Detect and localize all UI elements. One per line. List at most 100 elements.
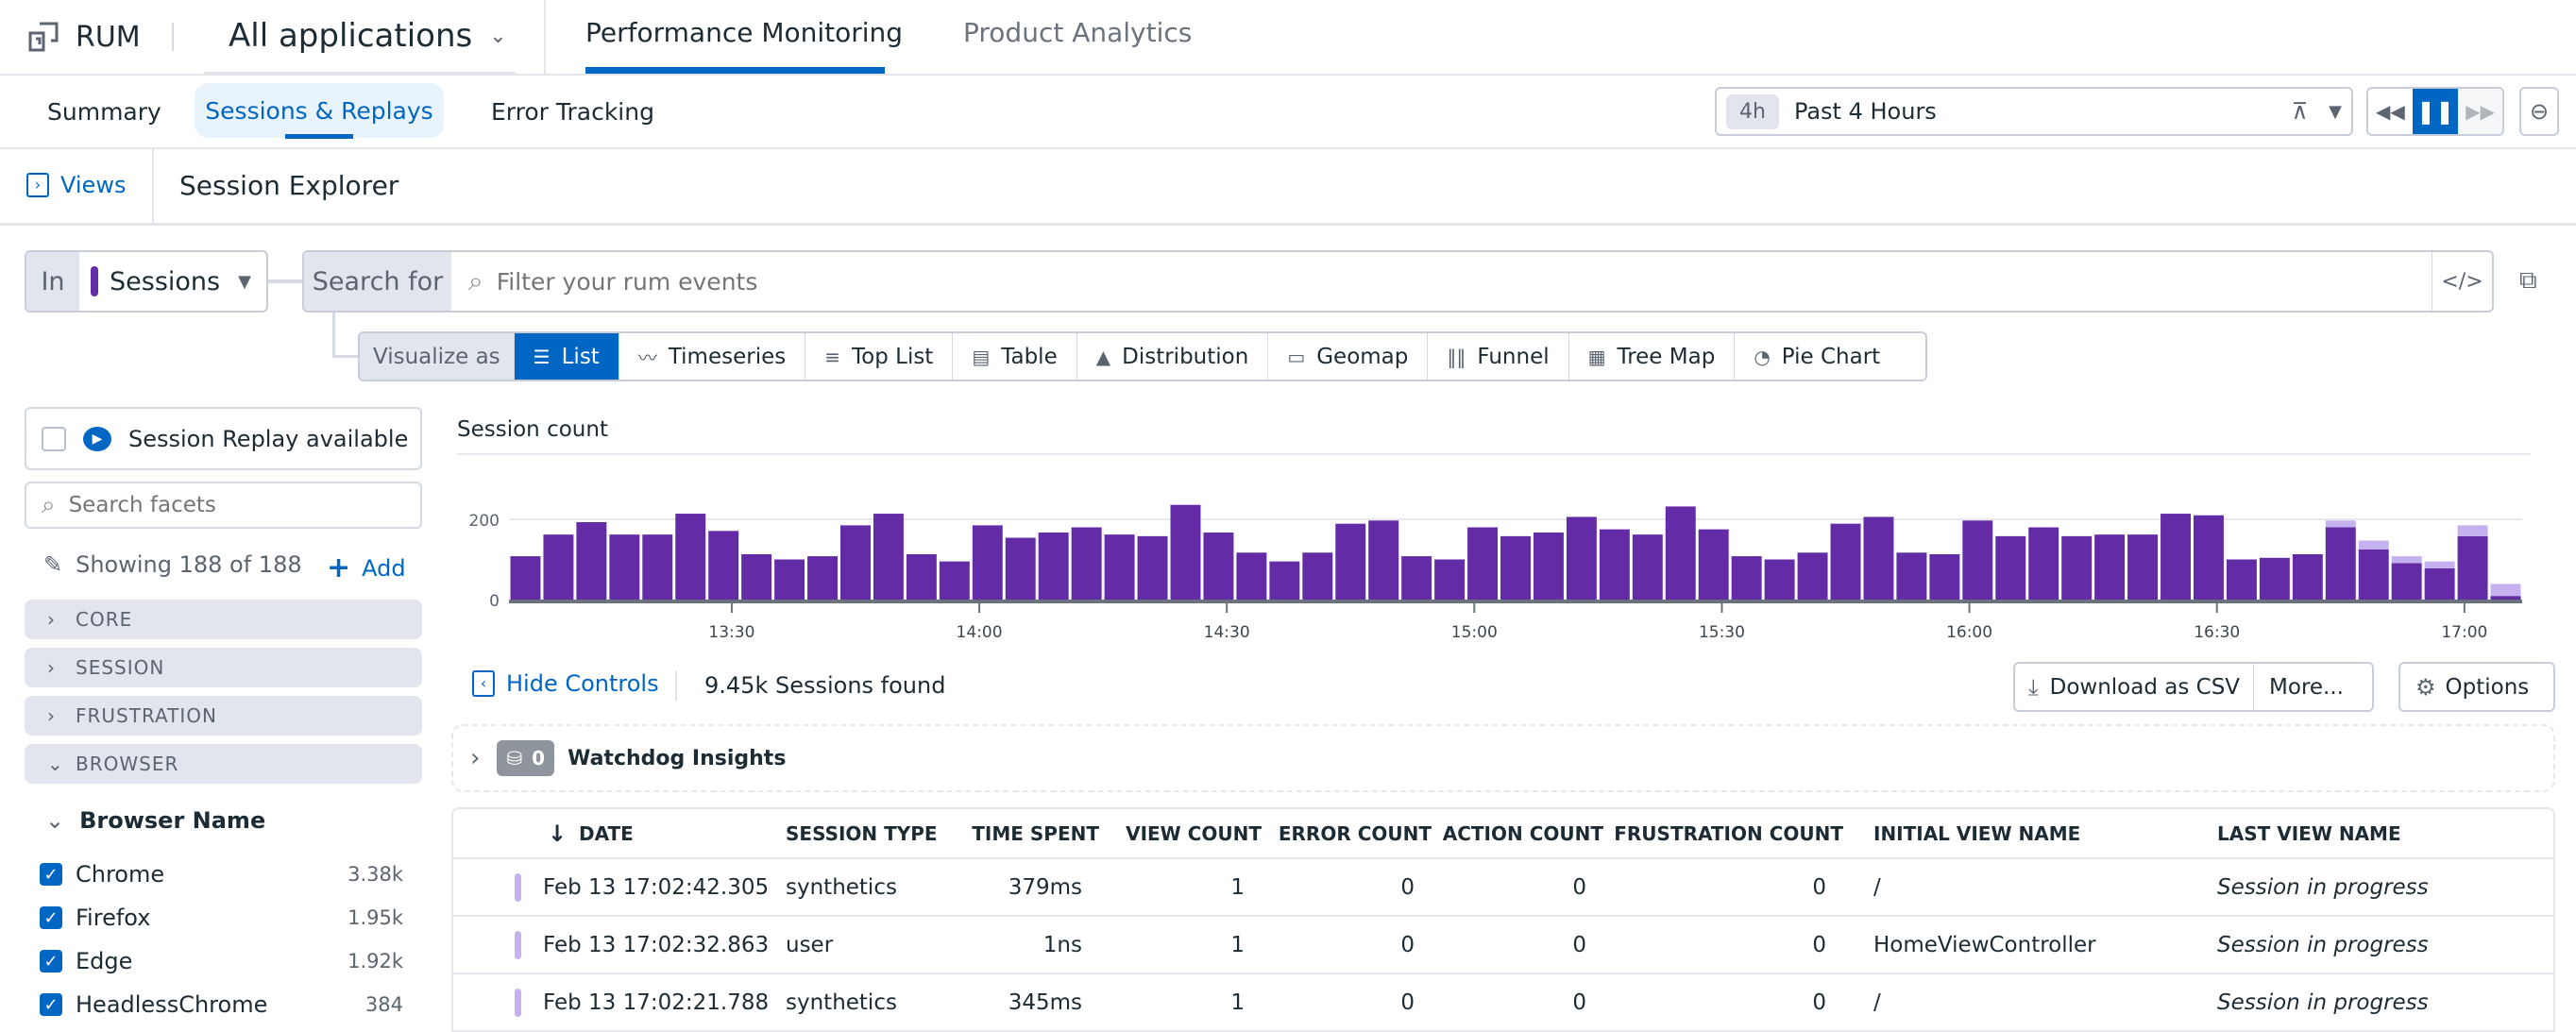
divider: [0, 147, 2576, 149]
facet-value-edge[interactable]: ✓ Edge 1.92k: [40, 948, 403, 974]
bar-dark: [1698, 529, 1729, 600]
divider: [0, 223, 2576, 226]
column-header-session-type[interactable]: SESSION TYPE: [786, 822, 938, 845]
checkbox-checked[interactable]: ✓: [40, 906, 62, 929]
checkbox[interactable]: [42, 426, 66, 451]
bar-light: [2490, 584, 2521, 597]
export-group: ⤓ Download as CSV More...: [2013, 662, 2374, 712]
copy-icon[interactable]: ⧉: [2519, 266, 2537, 296]
panel-expand-icon: ›: [26, 173, 49, 197]
bar-dark: [1665, 506, 1696, 600]
viz-label: Geomap: [1316, 344, 1409, 369]
search-bar[interactable]: Search for ⌕ </>: [302, 250, 2494, 313]
column-header-date[interactable]: DATE: [579, 822, 634, 845]
bar-dark: [2259, 557, 2290, 600]
product-logo[interactable]: RUM: [26, 17, 141, 57]
facet-value-count: 3.38k: [347, 863, 403, 886]
app-selector[interactable]: All applications ⌄: [229, 15, 507, 57]
bar-dark: [1401, 556, 1432, 600]
facet-value-firefox[interactable]: ✓ Firefox 1.95k: [40, 905, 403, 931]
search-input[interactable]: [496, 267, 2432, 296]
pause-icon[interactable]: ❚❚: [2412, 89, 2459, 134]
download-csv-button[interactable]: ⤓ Download as CSV: [2015, 664, 2255, 710]
table-row[interactable]: Feb 13 17:02:21.788 synthetics 345ms 1 0 0 0 / S…: [453, 974, 2553, 1032]
tab-label: Sessions & Replays: [205, 96, 433, 125]
facet-value-label: Edge: [76, 948, 133, 974]
views-toggle[interactable]: › Views: [26, 172, 126, 198]
viz-top-list[interactable]: ≡ Top List: [805, 333, 952, 380]
column-header-frustration-count[interactable]: FRUSTRATION COUNT: [1614, 822, 1843, 845]
pie-chart-icon: ◔: [1754, 345, 1771, 368]
viz-timeseries[interactable]: 〰 Timeseries: [618, 333, 805, 380]
facet-group-frustration[interactable]: › FRUSTRATION: [25, 696, 422, 736]
session-count-chart[interactable]: 0 200 13:30 14:00 14:30 15:00 15:30 16:00 16:30 1…: [457, 472, 2544, 642]
rewind-icon[interactable]: ◀◀: [2368, 100, 2413, 123]
chevron-down-icon: ⌄: [45, 807, 65, 834]
column-header-view-count[interactable]: VIEW COUNT: [1126, 822, 1262, 845]
checkbox-checked[interactable]: ✓: [40, 950, 62, 973]
visualize-label: Visualize as: [360, 333, 514, 380]
code-icon[interactable]: </>: [2432, 252, 2492, 311]
facet-value-count: 1.92k: [347, 950, 403, 973]
table-row[interactable]: Feb 13 17:02:32.863 user 1ns 1 0 0 0 HomeViewCo…: [453, 917, 2553, 974]
viz-list[interactable]: ☰ List: [513, 333, 619, 380]
watchdog-insights[interactable]: › ⛁ 0 Watchdog Insights: [451, 724, 2555, 792]
hide-controls-button[interactable]: ‹ Hide Controls: [472, 670, 659, 697]
tab-performance-monitoring[interactable]: Performance Monitoring: [585, 17, 903, 48]
viz-distribution[interactable]: ▲ Distribution: [1076, 333, 1268, 380]
column-header-error-count[interactable]: ERROR COUNT: [1279, 822, 1432, 845]
viz-geomap[interactable]: ▭ Geomap: [1267, 333, 1427, 380]
more-button[interactable]: More...: [2254, 664, 2359, 710]
facet-group-core[interactable]: › CORE: [25, 600, 422, 639]
viz-funnel[interactable]: ‖‖ Funnel: [1427, 333, 1568, 380]
column-header-last-view-name[interactable]: LAST VIEW NAME: [2217, 822, 2401, 845]
facet-value-count: 384: [364, 993, 403, 1016]
pin-icon[interactable]: ⊼: [2292, 98, 2309, 125]
checkbox-checked[interactable]: ✓: [40, 863, 62, 886]
pencil-icon[interactable]: ✎: [43, 551, 62, 578]
tab-product-analytics[interactable]: Product Analytics: [963, 17, 1192, 48]
checkbox-checked[interactable]: ✓: [40, 993, 62, 1016]
time-badge: 4h: [1726, 93, 1779, 129]
add-facet-button[interactable]: + Add: [327, 551, 406, 584]
column-header-time-spent[interactable]: TIME SPENT: [972, 822, 1099, 845]
forward-icon[interactable]: ▶▶: [2458, 89, 2502, 134]
facet-group-label: CORE: [76, 608, 133, 631]
y-tick-label: 200: [469, 512, 500, 531]
facet-group-browser[interactable]: ⌄ BROWSER: [25, 744, 422, 784]
chevron-down-icon: ⌄: [489, 24, 507, 48]
cell-view-count: 1: [1230, 932, 1245, 957]
sort-desc-icon[interactable]: ↓: [548, 821, 567, 847]
facet-value-label: Firefox: [76, 905, 151, 931]
viz-tree-map[interactable]: ▦ Tree Map: [1568, 333, 1735, 380]
viz-pie-chart[interactable]: ◔ Pie Chart: [1734, 333, 1899, 380]
search-icon: ⌕: [468, 265, 483, 296]
facet-search[interactable]: ⌕: [25, 482, 422, 529]
tab-error-tracking[interactable]: Error Tracking: [491, 98, 654, 126]
viz-table[interactable]: ▤ Table: [952, 333, 1076, 380]
facet-group-session[interactable]: › SESSION: [25, 648, 422, 687]
source-selector[interactable]: In Sessions ▼: [25, 250, 268, 313]
top-list-icon: ≡: [824, 345, 840, 368]
facet-search-input[interactable]: [68, 493, 390, 517]
bar-dark: [1335, 523, 1366, 600]
row-color-marker: [515, 930, 521, 959]
table-row[interactable]: Feb 13 17:02:42.305 synthetics 379ms 1 0 0 0 / S…: [453, 859, 2553, 917]
facet-value-chrome[interactable]: ✓ Chrome 3.38k: [40, 861, 403, 888]
tab-summary[interactable]: Summary: [47, 98, 161, 126]
zoom-out-icon[interactable]: ⊖: [2519, 87, 2559, 136]
options-button[interactable]: ⚙ Options: [2398, 662, 2555, 712]
playback-controls: ◀◀ ❚❚ ▶▶: [2366, 87, 2504, 136]
bar-dark: [906, 553, 937, 600]
facet-browser-name[interactable]: ⌄ Browser Name: [45, 807, 265, 834]
time-range-picker[interactable]: 4h Past 4 Hours ⊼ ▼: [1715, 87, 2353, 136]
tab-sessions-replays[interactable]: Sessions & Replays: [195, 83, 444, 138]
bar-dark: [1104, 534, 1135, 600]
column-header-initial-view-name[interactable]: INITIAL VIEW NAME: [1873, 822, 2080, 845]
connector: [332, 313, 335, 358]
column-header-action-count[interactable]: ACTION COUNT: [1443, 822, 1603, 845]
source-color-marker: [91, 266, 98, 296]
bar-dark: [840, 525, 871, 600]
facet-value-headlesschrome[interactable]: ✓ HeadlessChrome 384: [40, 991, 403, 1018]
session-replay-filter[interactable]: ▶ Session Replay available: [25, 407, 422, 470]
